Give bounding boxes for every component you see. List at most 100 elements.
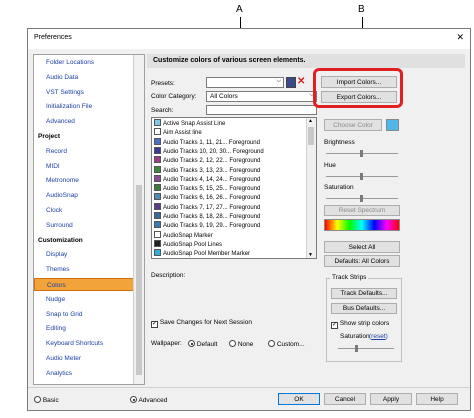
list-item[interactable]: Audio Tracks 2, 12, 22... Foreground (154, 156, 260, 165)
close-icon[interactable]: ✕ (456, 32, 464, 43)
list-item[interactable]: Audio Tracks 8, 18, 28... Foreground (154, 212, 260, 221)
delete-preset-icon[interactable]: ✕ (297, 76, 307, 87)
search-input[interactable] (206, 105, 317, 115)
sidebar-item[interactable]: Advanced (34, 115, 144, 128)
saturation-label: Saturation (324, 184, 354, 191)
wallpaper-custom-radio[interactable] (268, 340, 275, 347)
track-defaults-button[interactable]: Track Defaults... (331, 288, 397, 299)
wallpaper-none-radio[interactable] (229, 340, 236, 347)
list-item[interactable]: Audio Tracks 4, 14, 24... Foreground (154, 174, 261, 184)
apply-button[interactable]: Apply (370, 393, 412, 405)
sidebar-scroll-thumb[interactable] (136, 185, 142, 375)
reset-link-text[interactable]: reset (371, 333, 385, 340)
wallpaper-none-option[interactable]: None (229, 340, 253, 348)
list-item-label: Audio Tracks 8, 18, 28... Foreground (163, 214, 261, 220)
list-item-label: Audio Tracks 7, 17, 27... Foreground (163, 204, 261, 211)
list-item[interactable]: Audio Tracks 9, 19, 29... Foreground (154, 221, 260, 230)
sidebar-item[interactable]: MIDI (34, 160, 144, 173)
wallpaper-default-option[interactable]: Default (188, 340, 217, 348)
save-changes-option[interactable]: ✓ Save Changes for Next Session (151, 319, 252, 328)
export-colors-button[interactable]: Export Colors... (321, 91, 397, 103)
strip-saturation-reset-link[interactable]: (reset) (369, 333, 388, 340)
wallpaper-custom-option[interactable]: Custom... (268, 340, 305, 348)
advanced-mode-option[interactable]: Advanced (130, 396, 167, 404)
defaults-all-colors-button[interactable]: Defaults: All Colors (324, 255, 400, 267)
wallpaper-default-radio[interactable] (188, 340, 195, 347)
list-item[interactable]: Audio Tracks 5, 15, 25... Foreground (154, 184, 260, 193)
color-category-select[interactable]: All Colors ⌵ (206, 91, 317, 102)
color-spectrum[interactable] (324, 219, 400, 231)
sidebar-item[interactable]: Clock (34, 204, 144, 217)
list-item[interactable]: AudioSnap Pool Member Marker (154, 249, 250, 258)
list-item-label: Audio Tracks 6, 16, 26... Foreground (163, 195, 261, 202)
scroll-up-icon[interactable]: ▲ (308, 118, 313, 124)
sidebar-item[interactable]: Nudge (34, 293, 144, 306)
basic-mode-radio[interactable] (34, 396, 41, 403)
list-item[interactable]: Audio Tracks 6, 16, 26... Foreground (154, 193, 260, 202)
help-button[interactable]: Help (416, 393, 458, 405)
sidebar-item[interactable]: Folder Locations (34, 56, 144, 69)
bus-defaults-button[interactable]: Bus Defaults... (331, 303, 397, 314)
list-item[interactable]: Active Snap Assist Line (154, 119, 225, 128)
color-swatch-icon (154, 165, 161, 173)
sidebar-item[interactable]: VST Settings (34, 86, 144, 99)
show-strip-colors-option[interactable]: ✓ Show strip colors (331, 320, 389, 329)
brightness-slider-thumb[interactable] (360, 150, 363, 157)
show-strip-colors-checkbox[interactable]: ✓ (331, 322, 338, 329)
sidebar-item[interactable]: AudioSnap (34, 189, 144, 202)
wallpaper-custom-label: Custom... (276, 341, 305, 348)
list-item[interactable]: Audio Tracks 3, 13, 23... Foreground (154, 165, 260, 175)
list-item[interactable]: Audio Tracks 1, 11, 21... Foreground (154, 137, 260, 147)
chevron-down-icon[interactable]: ⌵ (276, 78, 281, 85)
hue-slider-thumb[interactable] (360, 173, 363, 180)
advanced-mode-radio[interactable] (130, 396, 137, 403)
track-strips-label: Track Strips (330, 274, 369, 281)
list-item[interactable]: Audio Tracks 7, 17, 27... Foreground (154, 202, 261, 212)
select-all-button[interactable]: Select All (324, 241, 400, 253)
presets-combo[interactable]: ⌵ (206, 77, 284, 88)
list-item[interactable]: Audio Tracks 10, 20, 30... Foreground (154, 146, 264, 156)
callout-b-label: B (358, 4, 365, 15)
sidebar-item[interactable]: Record (34, 145, 144, 158)
list-item-label: Audio Tracks 9, 19, 29... Foreground (163, 223, 261, 230)
sidebar-item[interactable]: Surround (34, 219, 144, 232)
sidebar-item[interactable]: Display (34, 248, 144, 261)
sidebar-item[interactable]: Keyboard Shortcuts (34, 337, 144, 350)
color-swatch-icon (154, 137, 161, 145)
choose-color-button[interactable]: Choose Color (324, 119, 382, 131)
list-scroll-thumb[interactable] (308, 127, 314, 145)
list-item-label: Audio Tracks 10, 20, 30... Foreground (163, 148, 264, 155)
sidebar-item[interactable]: Metronome (34, 174, 144, 187)
sidebar-item[interactable]: Colors (34, 278, 134, 291)
cancel-button[interactable]: Cancel (324, 393, 366, 405)
sidebar-item: Project (38, 133, 61, 140)
sidebar-item[interactable]: Analytics (34, 367, 144, 380)
saturation-slider-thumb[interactable] (360, 195, 363, 202)
list-item[interactable]: Aim Assist line (154, 128, 202, 137)
ok-button[interactable]: OK (278, 393, 320, 405)
reset-spectrum-button[interactable]: Reset Spectrum (324, 205, 400, 216)
color-element-list[interactable]: Active Snap Assist Line Aim Assist line Au… (151, 117, 317, 259)
sidebar-item[interactable]: Snap to Grid (34, 308, 144, 321)
color-swatch-icon (154, 174, 161, 182)
import-colors-button[interactable]: Import Colors... (321, 76, 397, 88)
list-scrollbar[interactable]: ▲ ▼ (306, 118, 316, 258)
sidebar-item[interactable]: Audio Meter (34, 352, 144, 365)
strip-saturation-slider[interactable] (338, 348, 394, 349)
strip-saturation-thumb[interactable] (355, 345, 358, 352)
list-item-label: Audio Tracks 4, 14, 24... Foreground (163, 176, 261, 183)
list-item[interactable]: AudioSnap Pool Lines (154, 239, 222, 249)
save-preset-icon[interactable] (286, 77, 296, 88)
sidebar-item[interactable]: Initialization File (34, 100, 144, 113)
save-changes-checkbox[interactable]: ✓ (151, 321, 158, 328)
list-item[interactable]: AudioSnap Marker (154, 230, 213, 240)
sidebar-scrollbar[interactable] (133, 55, 144, 384)
basic-mode-option[interactable]: Basic (34, 396, 59, 404)
color-swatch-icon (154, 202, 161, 210)
scroll-down-icon[interactable]: ▼ (308, 252, 313, 258)
sidebar-item[interactable]: Audio Data (34, 71, 144, 84)
list-item-label: Active Snap Assist Line (163, 121, 226, 127)
sidebar-item[interactable]: Themes (34, 263, 144, 276)
brightness-label: Brightness (324, 139, 355, 146)
sidebar-item[interactable]: Editing (34, 322, 144, 335)
